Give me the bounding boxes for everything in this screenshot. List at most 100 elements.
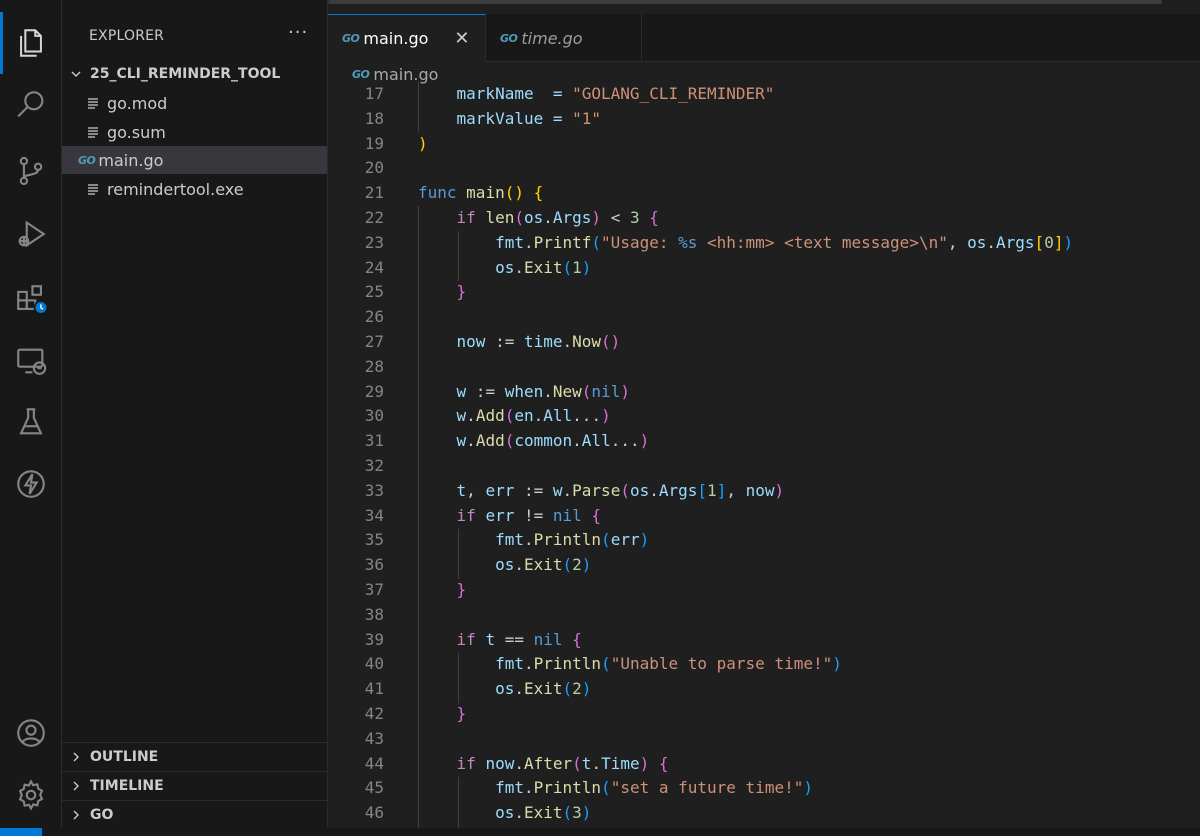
account-icon[interactable]: [0, 702, 62, 764]
code-token: ): [639, 530, 650, 550]
code-token: .: [543, 381, 553, 401]
code-token: nil: [552, 505, 582, 525]
close-icon[interactable]: ✕: [454, 28, 469, 49]
code-line[interactable]: 34 if err != nil {: [328, 504, 1200, 529]
file-name: main.go: [98, 150, 164, 170]
code-line[interactable]: 25 }: [328, 280, 1200, 305]
code-token: .: [591, 753, 602, 773]
code-editor[interactable]: 17 markName = "GOLANG_CLI_REMINDER" 18 ma…: [328, 82, 1200, 836]
code-line[interactable]: 41 os.Exit(2): [328, 677, 1200, 702]
go-file-icon: GO: [352, 67, 370, 81]
extensions-icon[interactable]: [0, 268, 62, 330]
settings-gear-icon[interactable]: [0, 764, 62, 826]
code-token: now: [745, 480, 775, 500]
line-number: 21: [364, 183, 384, 203]
code-token: .: [523, 232, 534, 252]
tab-main-go[interactable]: GO main.go ✕: [328, 14, 486, 62]
code-line[interactable]: 23 fmt.Printf("Usage: %s <hh:mm> <text m…: [328, 231, 1200, 256]
code-token: {: [591, 505, 602, 525]
code-line[interactable]: 46 os.Exit(3): [328, 801, 1200, 826]
code-token: (: [562, 555, 573, 575]
code-line[interactable]: 22 if len(os.Args) < 3 {: [328, 206, 1200, 231]
file-name: go.mod: [107, 93, 168, 113]
code-line[interactable]: 37 }: [328, 578, 1200, 603]
code-line[interactable]: 24 os.Exit(1): [328, 256, 1200, 281]
code-token: .: [523, 654, 534, 674]
code-line[interactable]: 20: [328, 156, 1200, 181]
activity-bar: [0, 0, 62, 836]
code-text: }: [418, 280, 467, 305]
breadcrumb-file[interactable]: main.go: [373, 65, 438, 84]
code-line[interactable]: 29 w := when.New(nil): [328, 380, 1200, 405]
code-token: Add: [475, 431, 505, 451]
code-token: (): [504, 183, 524, 203]
code-line[interactable]: 26: [328, 305, 1200, 330]
file-item-go-mod[interactable]: go.mod: [62, 89, 327, 117]
code-token: (: [601, 530, 611, 550]
code-token: ): [639, 753, 650, 773]
code-line[interactable]: 40 fmt.Println("Unable to parse time!"): [328, 652, 1200, 677]
code-line[interactable]: 33 t, err := w.Parse(os.Args[1], now): [328, 479, 1200, 504]
code-line[interactable]: 43: [328, 727, 1200, 752]
lightning-icon[interactable]: [0, 453, 62, 515]
search-icon[interactable]: [0, 74, 62, 136]
code-token: ...: [610, 431, 640, 451]
code-line[interactable]: 42 }: [328, 702, 1200, 727]
code-line[interactable]: 32: [328, 454, 1200, 479]
code-line[interactable]: 18 markValue = "1": [328, 107, 1200, 132]
line-number: 19: [364, 133, 384, 153]
code-token: (: [620, 480, 630, 500]
tab-label: main.go: [363, 29, 429, 48]
remote-explorer-icon[interactable]: [0, 330, 62, 392]
remote-indicator[interactable]: [0, 828, 42, 836]
run-debug-icon[interactable]: [0, 203, 62, 265]
code-line[interactable]: 45 fmt.Println("set a future time!"): [328, 776, 1200, 801]
explorer-icon[interactable]: [0, 12, 62, 74]
code-line[interactable]: 31 w.Add(common.All...): [328, 429, 1200, 454]
code-line[interactable]: 39 if t == nil {: [328, 628, 1200, 653]
code-token: time: [523, 332, 563, 351]
file-name: remindertool.exe: [107, 179, 244, 199]
code-token: now: [485, 753, 515, 773]
code-token: fmt: [495, 530, 524, 550]
code-line[interactable]: 38: [328, 603, 1200, 628]
tab-time-go[interactable]: GO time.go: [486, 14, 642, 62]
file-item-main-go[interactable]: GO main.go: [62, 146, 327, 174]
line-number: 37: [364, 580, 384, 599]
testing-icon[interactable]: [0, 391, 62, 453]
outline-section[interactable]: OUTLINE: [62, 742, 327, 770]
code-line[interactable]: 28: [328, 355, 1200, 380]
code-token: Args: [552, 208, 592, 227]
code-token: {: [572, 629, 582, 649]
line-number: 28: [364, 356, 384, 376]
folder-row[interactable]: 25_CLI_REMINDER_TOOL: [62, 60, 327, 88]
code-token: 1: [572, 257, 582, 277]
line-number: 31: [364, 431, 384, 451]
code-line[interactable]: 44 if now.After(t.Time) {: [328, 752, 1200, 777]
timeline-section[interactable]: TIMELINE: [62, 771, 327, 799]
line-number: 35: [364, 530, 384, 550]
code-token: t: [456, 480, 467, 500]
code-line[interactable]: 35 fmt.Println(err): [328, 528, 1200, 553]
code-line[interactable]: 36 os.Exit(2): [328, 553, 1200, 578]
tab-bar: GO main.go ✕ GO time.go: [328, 14, 1200, 62]
code-token: err: [610, 530, 640, 550]
code-line[interactable]: 19): [328, 132, 1200, 157]
go-section[interactable]: GO: [62, 800, 327, 828]
code-line[interactable]: 17 markName = "GOLANG_CLI_REMINDER": [328, 82, 1200, 107]
source-control-icon[interactable]: [0, 140, 62, 202]
code-line[interactable]: 27 now := time.Now(): [328, 330, 1200, 355]
text-file-icon: [86, 126, 100, 138]
code-line[interactable]: 30 w.Add(en.All...): [328, 404, 1200, 429]
code-line[interactable]: 21 func main() {: [328, 181, 1200, 206]
more-actions-icon[interactable]: ···: [288, 22, 308, 43]
file-item-remindertool-exe[interactable]: remindertool.exe: [62, 175, 327, 203]
code-token: .: [562, 332, 573, 351]
file-item-go-sum[interactable]: go.sum: [62, 118, 327, 146]
